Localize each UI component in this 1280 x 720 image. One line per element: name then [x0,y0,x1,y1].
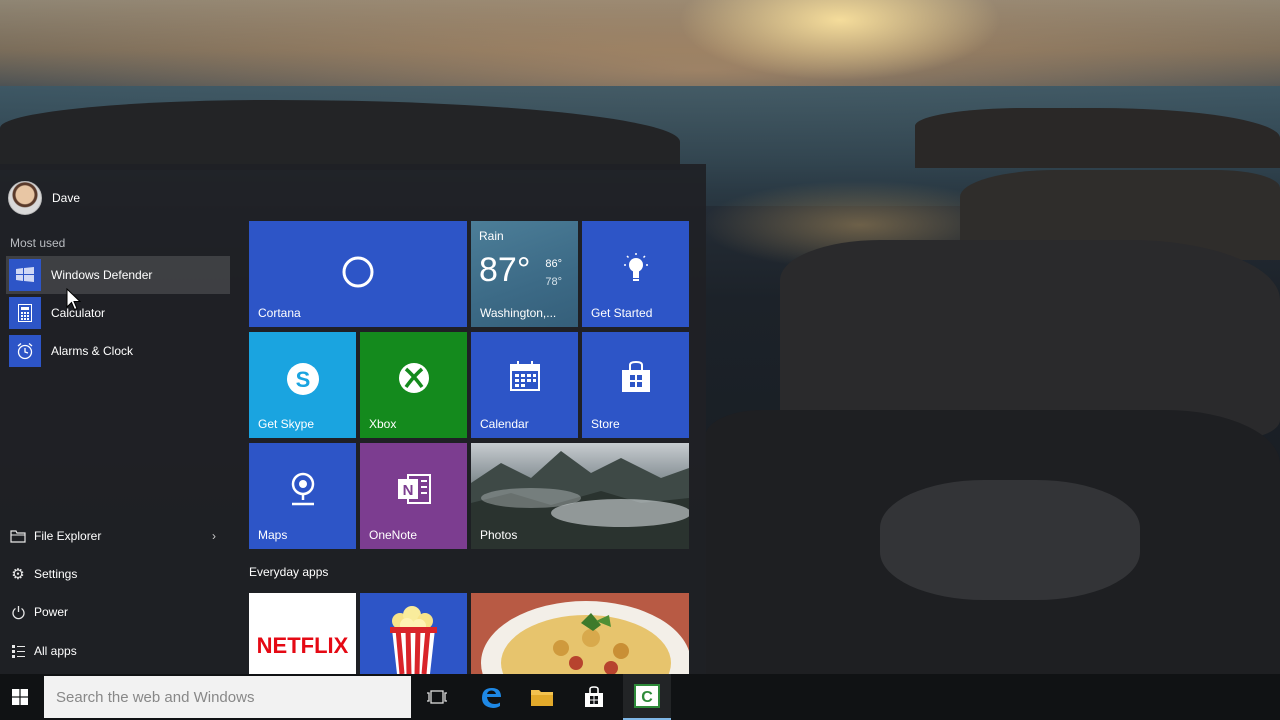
food-preview-image [471,593,689,674]
tile-xbox[interactable]: Xbox [360,332,467,438]
skype-icon: S [249,360,356,398]
tile-cortana[interactable]: Cortana [249,221,467,327]
tile-label: Washington,... [480,306,557,320]
most-used-item-label: Windows Defender [51,268,153,282]
tile-label: OneNote [369,528,418,542]
most-used-item-windows-defender[interactable]: Windows Defender [6,256,230,294]
tile-label: Get Skype [258,417,315,431]
tile-get-started[interactable]: Get Started [582,221,689,327]
tile-maps[interactable]: Maps [249,443,356,549]
edge-icon [482,688,501,708]
most-used-item-calculator[interactable]: Calculator [6,294,230,332]
calendar-icon [471,360,578,392]
tile-food-app[interactable] [471,593,689,674]
tile-popcorn-app[interactable] [360,593,467,674]
wallpaper-rock [915,108,1280,168]
weather-condition: Rain [479,229,504,243]
calculator-icon [9,297,41,329]
user-name: Dave [52,191,81,205]
netflix-logo: NETFLIX [256,633,349,658]
xbox-icon [360,360,467,396]
all-apps-label: All apps [34,644,77,658]
windows-defender-icon [9,259,41,291]
wallpaper-rock [880,480,1140,600]
tile-netflix[interactable]: NETFLIX [249,593,356,674]
gear-icon: ⚙ [11,566,25,583]
weather-high: 86° [545,258,562,270]
file-explorer-label: File Explorer [34,529,102,543]
svg-text:C: C [641,689,653,706]
file-explorer-taskbar-button[interactable] [518,674,566,720]
power-button[interactable]: Power [8,597,224,627]
store-icon [585,686,603,707]
list-icon [8,641,28,661]
start-menu-left-column: Dave Most used Windows Defender Calculat… [0,164,240,674]
everyday-apps-heading: Everyday apps [249,565,329,579]
alarm-clock-icon [9,335,41,367]
tile-onenote[interactable]: N OneNote [360,443,467,549]
folder-icon [8,526,28,546]
user-account[interactable]: Dave [8,180,80,216]
store-taskbar-button[interactable] [570,674,618,720]
file-explorer-button[interactable]: File Explorer › [8,521,224,551]
search-input[interactable] [44,676,411,718]
weather-temperature: 87° [479,251,531,289]
folder-icon [531,690,553,706]
most-used-item-label: Alarms & Clock [51,344,134,358]
camtasia-taskbar-button[interactable]: C [623,674,671,720]
chevron-right-icon[interactable]: › [212,529,216,543]
popcorn-icon [390,606,437,674]
cortana-icon [249,255,467,289]
tile-weather[interactable]: Rain 87° 86° 78° Washington,... [471,221,578,327]
settings-button[interactable]: ⚙ Settings [8,559,224,589]
power-icon [8,602,28,622]
tile-label: Store [591,417,620,431]
weather-low: 78° [545,276,562,288]
camtasia-icon: C [634,684,660,708]
tile-label: Cortana [258,306,301,320]
most-used-heading: Most used [10,236,66,250]
maps-icon [249,471,356,509]
edge-browser-button[interactable] [467,674,515,720]
tile-label: Get Started [591,306,653,320]
tile-label: Calendar [480,417,529,431]
task-view-icon [427,690,447,704]
windows-logo-icon [12,689,28,705]
task-view-button[interactable] [413,674,461,720]
tile-skype[interactable]: S Get Skype [249,332,356,438]
user-avatar [8,181,42,215]
tile-photos[interactable]: Photos [471,443,689,549]
settings-label: Settings [34,567,78,581]
tile-calendar[interactable]: Calendar [471,332,578,438]
tile-label: Photos [480,528,518,542]
tile-store[interactable]: Store [582,332,689,438]
tile-label: Maps [258,528,288,542]
svg-text:N: N [402,482,413,499]
lightbulb-icon [582,251,689,291]
mouse-pointer-icon [66,288,82,311]
onenote-icon: N [360,471,467,507]
power-label: Power [34,605,69,619]
start-button[interactable] [0,674,40,720]
most-used-item-alarms-clock[interactable]: Alarms & Clock [6,332,230,370]
start-menu: Dave Most used Windows Defender Calculat… [0,164,706,674]
store-icon [582,360,689,394]
all-apps-button[interactable]: All apps [8,636,224,666]
svg-text:S: S [295,367,310,392]
tile-label: Xbox [369,417,397,431]
taskbar: C [0,674,1280,720]
